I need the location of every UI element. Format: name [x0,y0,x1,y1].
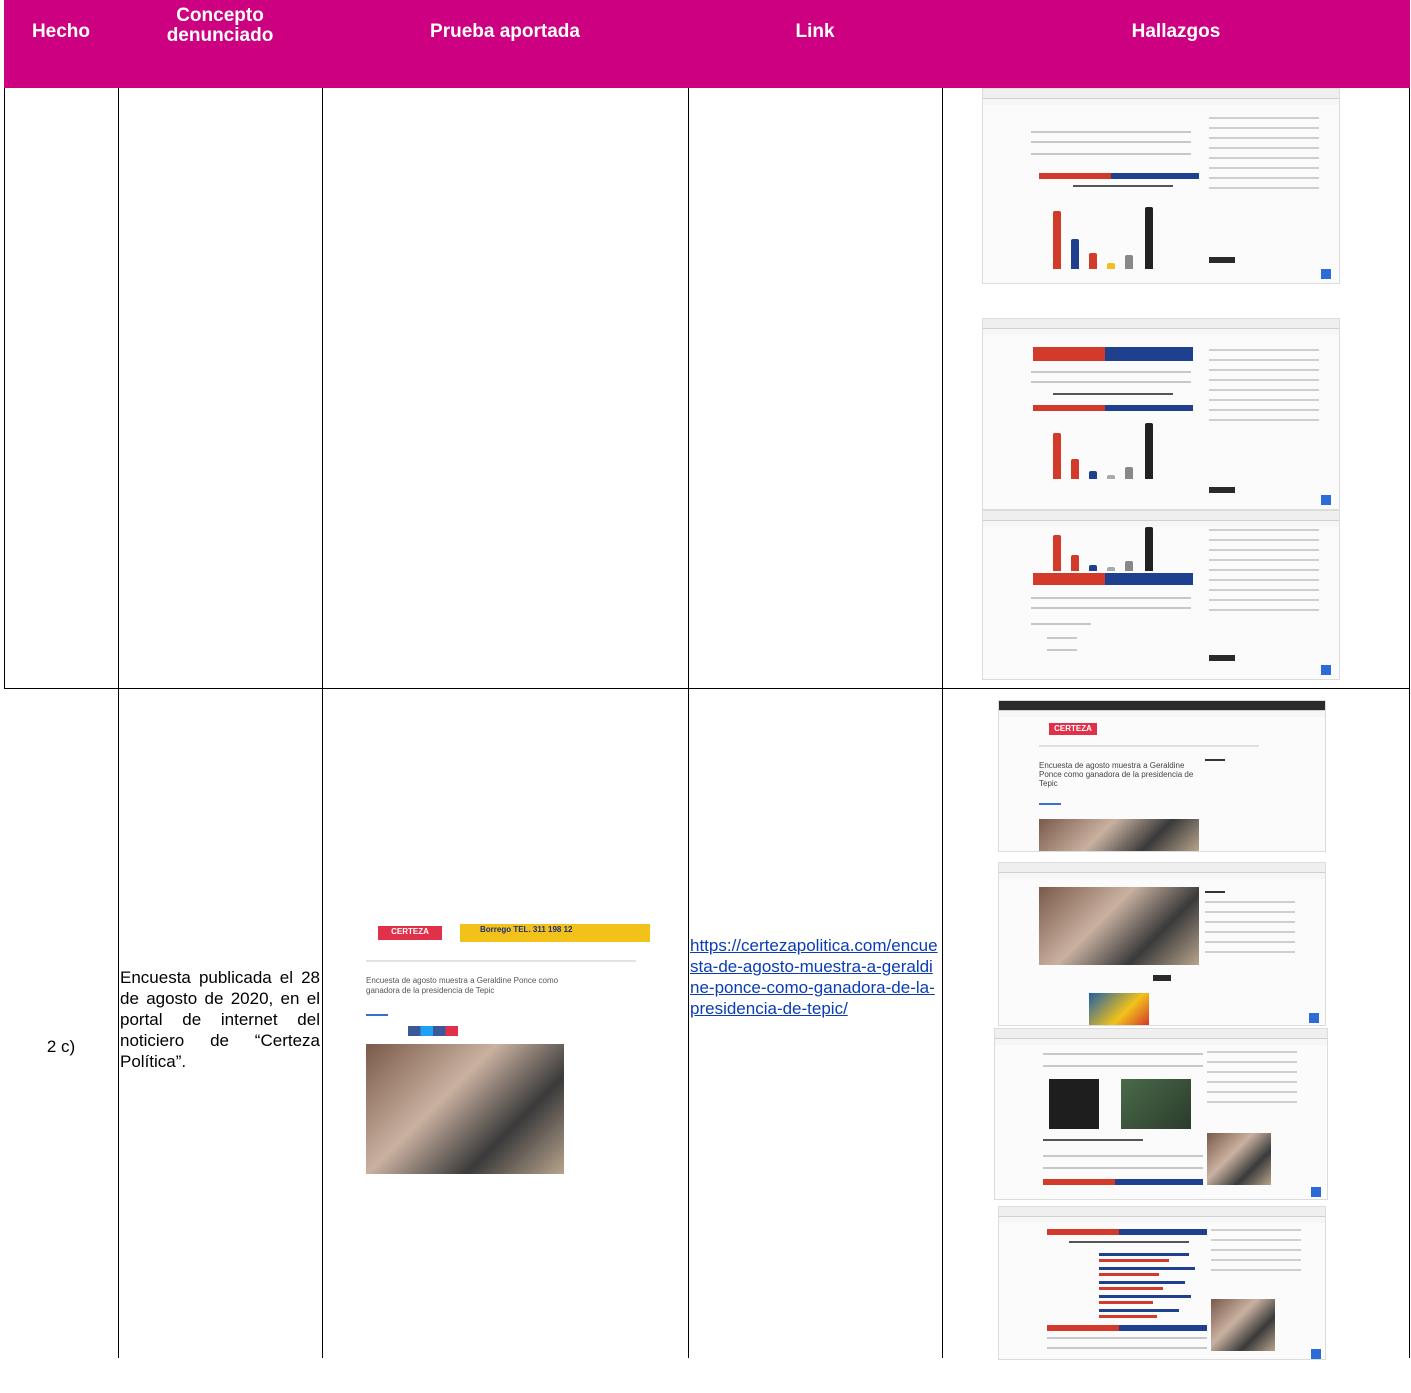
table-border-right [1409,88,1410,1358]
evidence-table: Hecho Concepto denunciado Prueba aportada… [4,0,1410,1360]
col-divider [118,88,119,1358]
col-divider [942,88,943,1358]
col-divider [322,88,323,1358]
finding-screenshot: CERTEZA Encuesta de agosto muestra a Ger… [998,700,1326,852]
table-header: Hecho Concepto denunciado Prueba aportada… [4,0,1410,88]
finding-screenshot [998,1206,1326,1360]
hbar-chart-thumbnail [1059,1253,1199,1323]
bar-chart-thumbnail [1053,199,1193,269]
header-link: Link [795,21,835,42]
concepto-cell: Encuesta publicada el 28 de agosto de 20… [120,968,320,1071]
bar-chart-thumbnail [1053,419,1193,479]
finding-screenshot [982,510,1340,680]
evidence-screenshot: CERTEZA Borrego TEL. 311 198 12 Encuesta… [356,920,650,1176]
finding-screenshot [998,862,1326,1026]
certeza-logo: CERTEZA [378,926,442,940]
ad-banner: Borrego TEL. 311 198 12 [460,924,650,942]
finding-screenshot [982,88,1340,284]
finding-screenshot [982,318,1340,510]
col-divider [688,88,689,1358]
evidence-link[interactable]: https://certezapolitica.com/encuesta-de-… [690,935,940,1019]
article-photo [366,1044,564,1174]
table-border-left [4,88,5,688]
header-hecho: Hecho [31,21,91,42]
finding-screenshot [994,1028,1328,1200]
article-title: Encuesta de agosto muestra a Geraldine P… [366,976,559,995]
header-concepto: Concepto denunciado [166,5,274,46]
row-divider [4,688,1410,689]
hecho-cell: 2 c) [46,1037,76,1056]
share-buttons [408,1026,458,1036]
header-prueba: Prueba aportada [430,21,580,42]
bar-chart-thumbnail [1053,521,1193,571]
